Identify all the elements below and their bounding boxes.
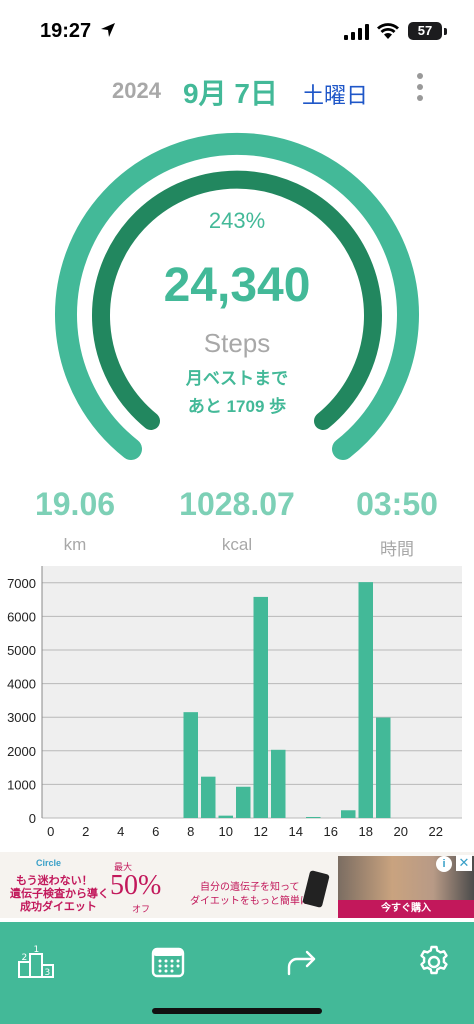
monthly-best-line1: 月ベストまで <box>185 369 289 388</box>
chart-y-tick-label: 3000 <box>7 710 36 725</box>
share-arrow-icon[interactable] <box>280 940 324 984</box>
chart-bar <box>218 815 233 818</box>
steps-label: Steps <box>203 328 271 358</box>
stat-time-value: 03:50 <box>356 486 438 522</box>
chart-bar <box>271 749 286 818</box>
svg-text:1: 1 <box>34 945 40 955</box>
chart-x-tick-label: 12 <box>254 824 268 839</box>
cellular-signal-icon <box>344 24 369 40</box>
ad-info-icon[interactable]: i <box>436 856 452 872</box>
chart-y-tick-label: 4000 <box>7 677 36 692</box>
svg-text:3: 3 <box>45 968 51 978</box>
chart-bar <box>376 717 391 818</box>
chart-y-tick-label: 1000 <box>7 777 36 792</box>
location-arrow-icon <box>101 23 115 37</box>
chart-x-tick-label: 20 <box>394 824 408 839</box>
chart-bar <box>236 786 251 818</box>
ad-phone-image <box>302 870 330 908</box>
settings-gear-icon[interactable] <box>412 940 456 984</box>
chart-y-tick-label: 2000 <box>7 744 36 759</box>
date-weekday: 土曜日 <box>302 83 369 108</box>
ad-off-label: オフ <box>132 904 151 914</box>
chart-x-tick-label: 8 <box>187 824 194 839</box>
ad-headline-3: 成功ダイエット <box>20 901 97 913</box>
date-year: 2024 <box>112 78 161 103</box>
date-header: 2024 9月 7日 土曜日 <box>0 70 474 109</box>
chart-x-tick-label: 18 <box>359 824 373 839</box>
stat-calories: 1028.07 kcal <box>157 486 317 555</box>
more-dot <box>417 95 423 102</box>
chart-bar <box>306 816 321 818</box>
status-time: 19:27 <box>40 20 92 42</box>
battery-tip <box>444 28 447 35</box>
stat-time: 03:50 時間 <box>317 486 474 560</box>
svg-text:2: 2 <box>22 953 28 963</box>
chart-y-tick-label: 7000 <box>7 576 36 591</box>
more-vertical-icon[interactable] <box>410 70 430 104</box>
chart-bar <box>183 712 198 818</box>
ad-buy-button[interactable]: 今すぐ購入 <box>338 900 474 918</box>
chart-x-tick-label: 2 <box>82 824 89 839</box>
chart-plot-area <box>42 566 462 818</box>
goal-percent: 243% <box>208 208 266 233</box>
status-bar: 19:27 57 <box>0 0 474 60</box>
stat-time-unit: 時間 <box>380 540 414 559</box>
steps-count: 24,340 <box>163 259 311 312</box>
more-dot <box>417 72 423 79</box>
stat-distance-value: 19.06 <box>34 486 116 522</box>
ad-copy-1: 自分の遺伝子を知って <box>200 882 300 893</box>
stat-calories-unit: kcal <box>221 535 253 554</box>
battery-icon: 57 <box>408 22 442 40</box>
chart-x-tick-label: 16 <box>324 824 338 839</box>
chart-x-tick-label: 14 <box>289 824 303 839</box>
chart-y-tick-label: 0 <box>29 811 36 826</box>
stat-distance: 19.06 km <box>0 486 155 555</box>
ad-close-icon[interactable]: ✕ <box>456 855 472 871</box>
chart-bar <box>253 596 268 818</box>
ad-discount: 50% <box>110 870 162 901</box>
ad-logo: Circle <box>36 858 62 868</box>
chart-x-tick-label: 0 <box>47 824 54 839</box>
ad-copy-2: ダイエットをもっと簡単に！ <box>190 896 320 907</box>
chart-y-tick-label: 6000 <box>7 609 36 624</box>
wifi-icon <box>377 23 399 39</box>
ad-photo <box>338 856 474 900</box>
chart-y-tick-label: 5000 <box>7 643 36 658</box>
hourly-steps-chart: 0 1000 2000 3000 4000 5000 6000 7000 0 2 4 6 8 10 12 14… <box>7 566 462 839</box>
chart-x-tick-label: 6 <box>152 824 159 839</box>
chart-x-tick-label: 10 <box>219 824 233 839</box>
calendar-icon[interactable] <box>146 940 190 984</box>
chart-bar <box>341 810 356 818</box>
chart-x-tick-label: 4 <box>117 824 124 839</box>
chart-bar <box>358 582 373 818</box>
stat-distance-unit: km <box>63 535 87 554</box>
more-dot <box>417 83 423 90</box>
chart-bar <box>201 776 216 818</box>
home-indicator <box>152 1008 322 1014</box>
monthly-best-line2: あと 1709 歩 <box>187 397 287 416</box>
stat-calories-value: 1028.07 <box>179 486 295 522</box>
chart-x-tick-label: 22 <box>429 824 443 839</box>
date-month-day[interactable]: 9月 7日 <box>183 72 278 112</box>
ad-banner[interactable]: Circle もう迷わない！ 遺伝子検査から導く 成功ダイエット 最大 50% … <box>0 852 474 918</box>
ranking-podium-icon[interactable]: 2 1 3 <box>14 940 58 984</box>
